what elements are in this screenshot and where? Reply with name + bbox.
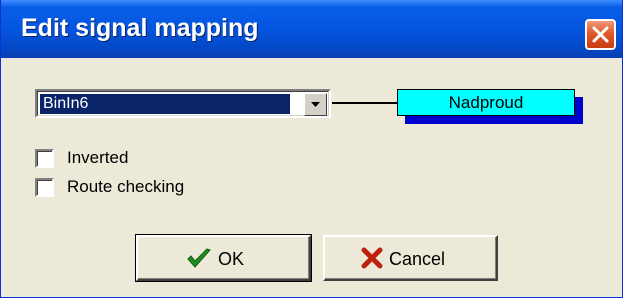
edit-signal-mapping-dialog: Edit signal mapping BinIn6 Nadproud Inve… — [0, 0, 623, 298]
inverted-checkbox[interactable] — [35, 149, 54, 168]
ok-label: OK — [218, 249, 245, 269]
input-signal-select-frame: BinIn6 — [37, 91, 329, 116]
cancel-button[interactable]: Cancel — [323, 235, 498, 281]
inverted-label[interactable]: Inverted — [67, 147, 128, 169]
close-icon — [592, 26, 609, 43]
dropdown-button[interactable] — [304, 93, 327, 116]
ok-button[interactable]: OK — [135, 234, 312, 282]
signal-target-box: Nadproud — [397, 89, 575, 116]
input-signal-select[interactable]: BinIn6 — [35, 89, 331, 118]
input-signal-value: BinIn6 — [39, 93, 291, 115]
connector-line — [332, 102, 397, 104]
title-bar[interactable]: Edit signal mapping — [1, 0, 622, 58]
checkmark-icon — [187, 248, 211, 268]
x-icon — [361, 247, 383, 269]
chevron-down-icon — [311, 102, 320, 107]
window-title: Edit signal mapping — [21, 14, 259, 42]
close-button[interactable] — [585, 19, 616, 50]
route-checking-checkbox[interactable] — [35, 178, 54, 197]
route-checking-label[interactable]: Route checking — [67, 176, 184, 198]
cancel-label: Cancel — [389, 249, 446, 269]
